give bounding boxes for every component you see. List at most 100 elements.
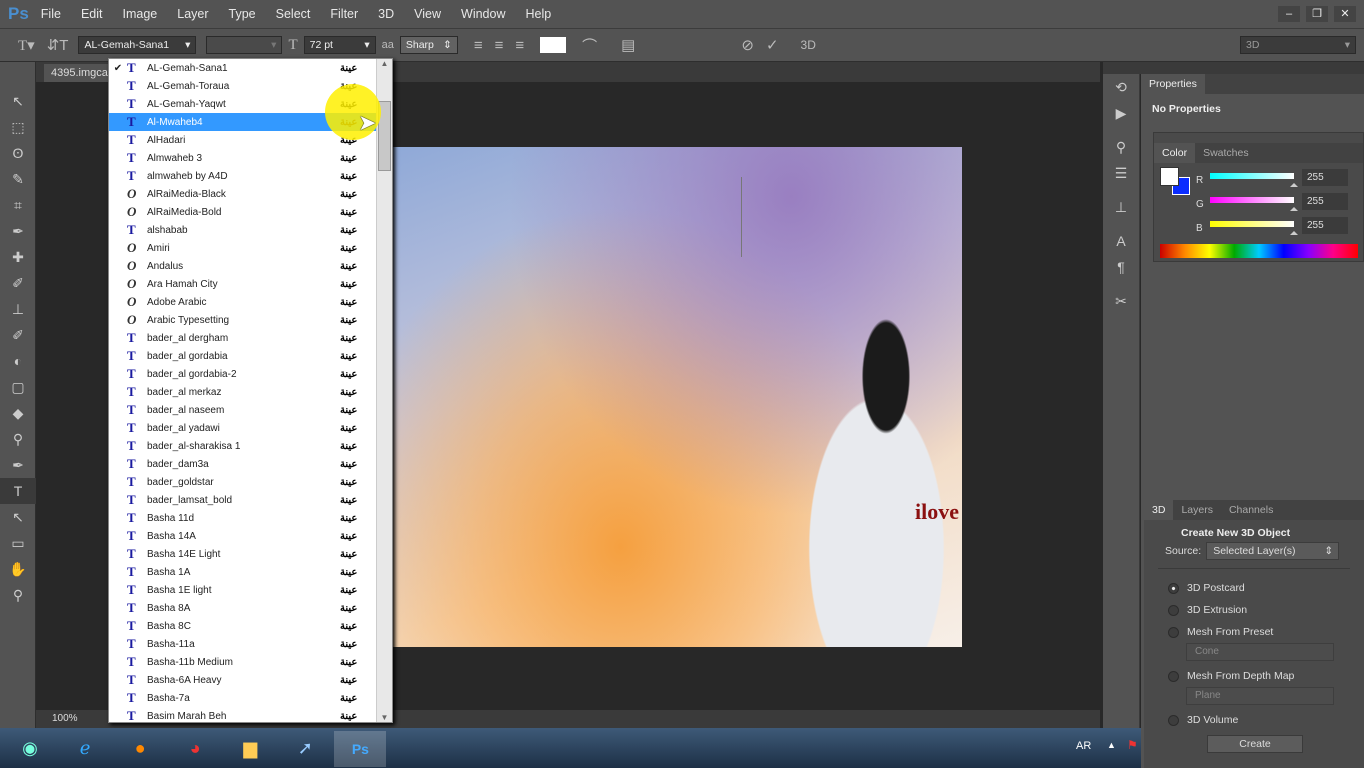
menu-type[interactable]: Type [229, 7, 256, 21]
blur-tool-icon[interactable]: ◆ [0, 400, 36, 426]
slider-g[interactable] [1210, 197, 1294, 203]
font-list-item[interactable]: Talshabab عينة [109, 221, 392, 239]
font-list-item[interactable]: T Basha 8A عينة [109, 599, 392, 617]
menu-image[interactable]: Image [123, 7, 158, 21]
actions-play-icon[interactable]: ▶ [1103, 100, 1139, 126]
tab-swatches[interactable]: Swatches [1195, 143, 1257, 163]
font-list-item[interactable]: T Basim Marah Beh عينة [109, 707, 392, 722]
source-select[interactable]: Selected Layer(s) ⇕ [1206, 542, 1340, 560]
font-list-item[interactable]: O Arabic Typesetting عينة [109, 311, 392, 329]
menu-layer[interactable]: Layer [177, 7, 208, 21]
tab-channels[interactable]: Channels [1221, 500, 1281, 520]
brush-icon[interactable]: ☰ [1103, 160, 1139, 186]
menu-help[interactable]: Help [526, 7, 552, 21]
eyedropper-tool-icon[interactable]: ✒ [0, 218, 36, 244]
scroll-down-icon[interactable]: ▼ [377, 713, 392, 722]
slider-b[interactable] [1210, 221, 1294, 227]
hand-tool-icon[interactable]: ✋ [0, 556, 36, 582]
crop-tool-icon[interactable]: ⌗ [0, 192, 36, 218]
font-list-item[interactable]: Tbader_al naseem عينة [109, 401, 392, 419]
firefox-icon[interactable]: ● [114, 730, 166, 766]
slider-handle[interactable] [1290, 203, 1298, 211]
radio-3d-extrusion[interactable]: 3D Extrusion [1168, 599, 1364, 621]
font-size-select[interactable]: 72 pt ▾ [303, 36, 376, 54]
panel-collapse-bar[interactable] [1103, 62, 1364, 74]
color-spectrum[interactable] [1160, 244, 1358, 258]
text-color-swatch[interactable] [540, 37, 567, 53]
font-list-item[interactable]: Tbader_al merkaz عينة [109, 383, 392, 401]
radio-mesh-from-preset[interactable]: Mesh From Preset [1168, 621, 1364, 643]
font-family-select[interactable]: AL-Gemah-Sana1 ▾ [78, 36, 197, 54]
menu-filter[interactable]: Filter [330, 7, 358, 21]
character-panel-icon[interactable]: ▤ [621, 36, 635, 54]
depth-map-select[interactable]: Plane [1186, 687, 1334, 705]
chrome-icon[interactable]: ◕ [169, 730, 221, 766]
font-list-item[interactable]: Tbader_al gordabia-2 عينة [109, 365, 392, 383]
text-layer[interactable]: ilove [915, 499, 959, 525]
tab-color[interactable]: Color [1154, 143, 1196, 163]
create-button[interactable]: Create [1207, 735, 1303, 753]
font-list-item[interactable]: Tbader_al gordabia عينة [109, 347, 392, 365]
eraser-tool-icon[interactable]: ◐ [0, 348, 36, 374]
file-explorer-icon[interactable]: ▆ [224, 730, 276, 766]
font-list-item[interactable]: Tbader_al-sharakisa 1 عينة [109, 437, 392, 455]
document-image[interactable]: ilove [393, 147, 962, 647]
font-list-item[interactable]: T Basha 11d عينة [109, 509, 392, 527]
warp-text-icon[interactable]: ⌒ [582, 35, 597, 56]
font-list-item[interactable]: Tbader_dam3a عينة [109, 455, 392, 473]
gradient-tool-icon[interactable]: ▢ [0, 374, 36, 400]
font-list-item[interactable]: T Basha 1A عينة [109, 563, 392, 581]
font-list-item[interactable]: T Basha 1E light عينة [109, 581, 392, 599]
workspace-select[interactable]: 3D ▾ [1240, 36, 1356, 54]
pointer-app-icon[interactable]: ➚ [279, 730, 331, 766]
shape-tool-icon[interactable]: ▭ [0, 530, 36, 556]
font-list-item[interactable]: T Basha-11a عينة [109, 635, 392, 653]
healing-tool-icon[interactable]: ✚ [0, 244, 36, 270]
channel-value-b[interactable]: 255 [1302, 217, 1348, 234]
pen-tool-icon[interactable]: ✒ [0, 452, 36, 478]
font-list-item[interactable]: T Almwaheb 3 عينة [109, 149, 392, 167]
font-list-item[interactable]: O Andalus عينة [109, 257, 392, 275]
toggle-orientation-icon[interactable]: ⇵T [47, 36, 69, 54]
font-list-item[interactable]: Tbader_al dergham عينة [109, 329, 392, 347]
antialias-select[interactable]: Sharp ⇕ [399, 36, 458, 54]
tab-3d[interactable]: 3D [1144, 500, 1174, 520]
font-list-item[interactable]: T Basha-11b Medium عينة [109, 653, 392, 671]
stamp-tool-icon[interactable]: ⊥ [0, 296, 36, 322]
font-list-item[interactable]: O Ara Hamah City عينة [109, 275, 392, 293]
font-list-item[interactable]: T Basha-6A Heavy عينة [109, 671, 392, 689]
character-icon[interactable]: A [1103, 228, 1139, 254]
font-list-item[interactable]: Tbader_al yadawi عينة [109, 419, 392, 437]
brush-tool-icon[interactable]: ✐ [0, 270, 36, 296]
scroll-up-icon[interactable]: ▲ [377, 59, 392, 68]
menu-select[interactable]: Select [276, 7, 311, 21]
type-tool-icon[interactable]: T▾ [18, 36, 35, 55]
commit-icon[interactable]: ✓ [766, 36, 779, 54]
font-list-item[interactable]: O Amiri عينة [109, 239, 392, 257]
language-indicator[interactable]: AR [1076, 740, 1091, 752]
tab-properties[interactable]: Properties [1141, 74, 1205, 94]
minimize-button[interactable]: – [1278, 6, 1300, 22]
tray-flag-icon[interactable]: ⚑ [1127, 738, 1138, 752]
dodge-tool-icon[interactable]: ⚲ [0, 426, 36, 452]
clone-source-icon[interactable]: ⊥ [1103, 194, 1139, 220]
history-icon[interactable]: ⟲ [1103, 74, 1139, 100]
slider-handle[interactable] [1290, 179, 1298, 187]
font-dropdown-list[interactable]: ✔TAL-Gemah-Sana1عينةTAL-Gemah-Torauaعينة… [108, 58, 393, 723]
mesh-preset-select[interactable]: Cone [1186, 643, 1334, 661]
menu-file[interactable]: File [41, 7, 61, 21]
menu-3d[interactable]: 3D [378, 7, 394, 21]
slider-r[interactable] [1210, 173, 1294, 179]
font-style-select[interactable]: ▾ [206, 36, 283, 54]
font-list-item[interactable]: T Basha-7a عينة [109, 689, 392, 707]
marquee-tool-icon[interactable]: ⬚ [0, 114, 36, 140]
zoom-level[interactable]: 100% [52, 713, 78, 724]
brush-presets-icon[interactable]: ⚲ [1103, 134, 1139, 160]
font-list-item[interactable]: Tbader_lamsat_bold عينة [109, 491, 392, 509]
font-list-scrollbar[interactable]: ▲ ▼ [376, 59, 392, 722]
close-button[interactable]: ✕ [1334, 6, 1356, 22]
font-list-item[interactable]: O Adobe Arabic عينة [109, 293, 392, 311]
font-list-item[interactable]: Talmwaheb by A4D عينة [109, 167, 392, 185]
channel-value-r[interactable]: 255 [1302, 169, 1348, 186]
tool-presets-icon[interactable]: ✂ [1103, 288, 1139, 314]
